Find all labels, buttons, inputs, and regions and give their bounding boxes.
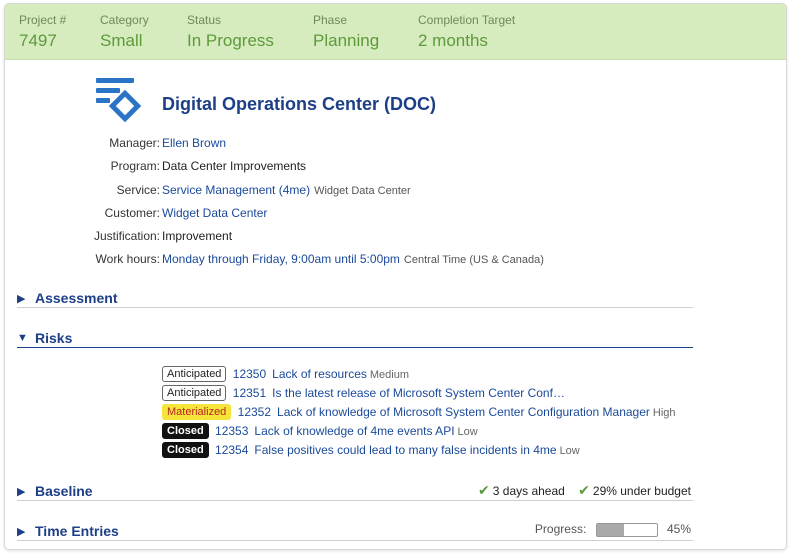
budget-text: 29% under budget bbox=[592, 484, 691, 498]
project-card: Project # 7497 Category Small Status In … bbox=[4, 3, 787, 550]
customer-link[interactable]: Widget Data Center bbox=[162, 206, 267, 220]
schedule-text: 3 days ahead bbox=[492, 484, 565, 498]
summary-phase-label: Phase bbox=[313, 13, 348, 27]
summary-bar: Project # 7497 Category Small Status In … bbox=[5, 4, 786, 60]
risk-id[interactable]: 12352 bbox=[238, 405, 271, 419]
budget-status: ✔ 29% under budget bbox=[578, 482, 691, 498]
detail-justification: Justification: Improvement bbox=[5, 228, 625, 251]
baseline-summary: ✔ 3 days ahead ✔ 29% under budget bbox=[468, 482, 691, 499]
work-hours-link[interactable]: Monday through Friday, 9:00am until 5:00… bbox=[162, 252, 400, 266]
manager-label: Manager: bbox=[109, 136, 160, 150]
time-entries-title: Time Entries bbox=[35, 523, 119, 539]
status-badge: Closed bbox=[162, 423, 209, 439]
risk-item[interactable]: Anticipated 12351 Is the latest release o… bbox=[162, 385, 722, 404]
triangle-right-icon: ▶ bbox=[17, 526, 26, 538]
checkmark-icon: ✔ bbox=[478, 482, 490, 498]
risk-title[interactable]: Lack of resources bbox=[272, 367, 367, 381]
risk-id[interactable]: 12350 bbox=[233, 367, 266, 381]
progress-bar bbox=[595, 522, 658, 537]
progress-label: Progress: bbox=[534, 522, 587, 536]
project-details: Manager: Ellen Brown Program: Data Cente… bbox=[5, 135, 625, 275]
time-entries-divider bbox=[17, 540, 693, 541]
summary-category: Category Small bbox=[100, 13, 149, 51]
triangle-down-icon: ▼ bbox=[17, 332, 28, 344]
summary-phase-value: Planning bbox=[313, 31, 380, 50]
manager-link[interactable]: Ellen Brown bbox=[162, 136, 226, 150]
project-logo-icon bbox=[96, 78, 146, 124]
justification-label: Justification: bbox=[93, 229, 160, 244]
baseline-title: Baseline bbox=[35, 483, 93, 499]
customer-label: Customer: bbox=[104, 205, 160, 220]
risk-item[interactable]: Closed 12354 False positives could lead t… bbox=[162, 442, 722, 461]
risk-title[interactable]: Lack of knowledge of Microsoft System Ce… bbox=[277, 405, 650, 419]
risk-title[interactable]: Lack of knowledge of 4me events API bbox=[254, 424, 454, 438]
checkmark-icon: ✔ bbox=[578, 482, 590, 498]
summary-category-value: Small bbox=[100, 31, 143, 50]
risk-item[interactable]: Materialized 12352 Lack of knowledge of M… bbox=[162, 404, 722, 423]
summary-category-label: Category bbox=[100, 13, 149, 27]
risk-list: Anticipated 12350 Lack of resources Medium… bbox=[162, 366, 722, 461]
justification-value: Improvement bbox=[162, 229, 233, 244]
risk-id[interactable]: 12351 bbox=[233, 386, 266, 400]
risk-severity: Low bbox=[559, 445, 580, 457]
risk-severity: Medium bbox=[369, 369, 409, 381]
summary-status-label: Status bbox=[187, 13, 222, 27]
service-link[interactable]: Service Management (4me) bbox=[162, 183, 310, 197]
baseline-divider bbox=[17, 500, 693, 501]
summary-completion-value: 2 months bbox=[418, 31, 488, 50]
service-provider: Widget Data Center bbox=[314, 184, 411, 197]
progress-indicator: Progress: 45% bbox=[535, 522, 691, 537]
triangle-right-icon: ▶ bbox=[17, 486, 26, 498]
triangle-right-icon: ▶ bbox=[17, 293, 26, 305]
detail-work-hours: Work hours: Monday through Friday, 9:00a… bbox=[5, 251, 625, 274]
status-badge: Anticipated bbox=[162, 385, 227, 401]
risk-item[interactable]: Closed 12353 Lack of knowledge of 4me eve… bbox=[162, 423, 722, 442]
status-badge: Anticipated bbox=[162, 366, 227, 382]
risk-severity: Low bbox=[457, 426, 478, 438]
progress-fill bbox=[596, 523, 624, 536]
assessment-title: Assessment bbox=[35, 290, 118, 306]
summary-completion-label: Completion Target bbox=[418, 13, 516, 27]
work-hours-label: Work hours: bbox=[95, 252, 160, 267]
summary-status-value: In Progress bbox=[187, 31, 274, 50]
service-label: Service: bbox=[116, 182, 160, 197]
summary-phase: Phase Planning bbox=[313, 13, 379, 51]
detail-customer: Customer: Widget Data Center bbox=[5, 205, 625, 228]
risk-severity: High bbox=[652, 407, 676, 419]
risks-title: Risks bbox=[35, 330, 73, 346]
assessment-divider bbox=[17, 307, 693, 308]
project-title: Digital Operations Center (DOC) bbox=[162, 94, 437, 114]
program-label: Program: bbox=[110, 159, 160, 174]
schedule-status: ✔ 3 days ahead bbox=[478, 482, 565, 498]
summary-project-value: 7497 bbox=[19, 31, 57, 50]
risk-title[interactable]: Is the latest release of Microsoft Syste… bbox=[272, 385, 566, 401]
summary-project-label: Project # bbox=[19, 13, 67, 27]
risk-id[interactable]: 12353 bbox=[215, 424, 248, 438]
progress-value: 45% bbox=[666, 522, 691, 536]
status-badge: Materialized bbox=[162, 404, 232, 420]
status-badge: Closed bbox=[162, 442, 209, 458]
time-zone: Central Time (US & Canada) bbox=[403, 254, 544, 267]
detail-service: Service: Service Management (4me) Widget … bbox=[5, 182, 625, 205]
risk-item[interactable]: Anticipated 12350 Lack of resources Medium bbox=[162, 366, 722, 385]
program-value: Data Center Improvements bbox=[162, 159, 307, 174]
risks-divider bbox=[17, 347, 693, 348]
summary-status: Status In Progress bbox=[187, 13, 274, 51]
detail-manager: Manager: Ellen Brown bbox=[5, 135, 625, 158]
detail-program: Program: Data Center Improvements bbox=[5, 158, 625, 181]
risk-id[interactable]: 12354 bbox=[215, 443, 248, 457]
summary-project: Project # 7497 bbox=[19, 13, 66, 51]
summary-completion: Completion Target 2 months bbox=[418, 13, 515, 51]
risk-title[interactable]: False positives could lead to many false… bbox=[254, 443, 556, 457]
